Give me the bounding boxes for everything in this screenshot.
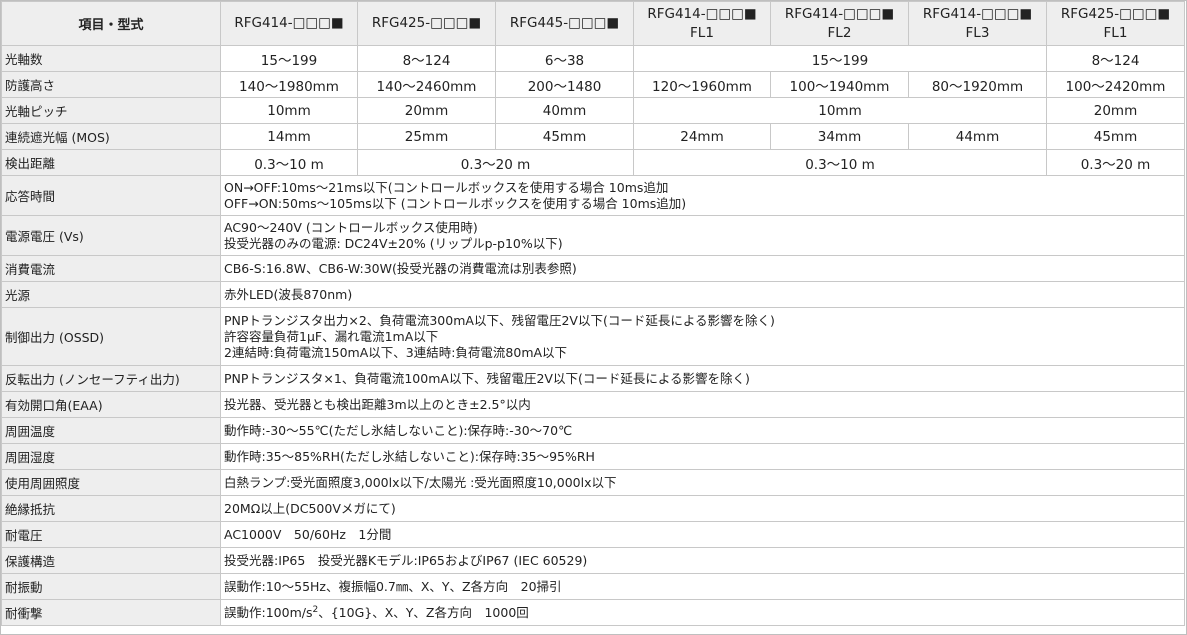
model-header-4: RFG414-□□□■ FL1	[633, 1, 771, 46]
row-label: 電源電圧 (Vs)	[1, 215, 221, 256]
row-label: 耐振動	[1, 573, 221, 600]
row-beams: 光軸数 15～199 8～124 6～38 15～199 8～124	[1, 45, 1185, 72]
row-withstand-voltage: 耐電圧 AC1000V 50/60Hz 1分間	[1, 521, 1185, 548]
spec-text: 白熱ランプ:受光面照度3,000lx以下/太陽光 :受光面照度10,000lx以…	[220, 469, 1185, 496]
spec-text: ON→OFF:10ms～21ms以下(コントロールボックスを使用する場合 10m…	[220, 175, 1185, 216]
row-mos: 連続遮光幅 (MOS) 14mm 25mm 45mm 24mm 34mm 44m…	[1, 123, 1185, 150]
spec-text: 動作時:-30～55℃(ただし氷結しないこと):保存時:-30～70℃	[220, 417, 1185, 444]
value-cell: 0.3～20 m	[1046, 149, 1185, 176]
row-pitch: 光軸ピッチ 10mm 20mm 40mm 10mm 20mm	[1, 97, 1185, 124]
row-voltage: 電源電圧 (Vs) AC90～240V (コントロールボックス使用時) 投受光器…	[1, 215, 1185, 256]
value-cell: 0.3～20 m	[357, 149, 634, 176]
row-label: 有効開口角(EAA)	[1, 391, 221, 418]
row-reverse: 反転出力 (ノンセーフティ出力) PNPトランジスタ×1、負荷電流100mA以下…	[1, 365, 1185, 392]
row-source: 光源 赤外LED(波長870nm)	[1, 281, 1185, 308]
value-cell: 45mm	[1046, 123, 1185, 150]
value-cell: 200～1480	[495, 71, 634, 98]
row-label: 光軸ピッチ	[1, 97, 221, 124]
row-insulation: 絶縁抵抗 20MΩ以上(DC500Vメガにて)	[1, 495, 1185, 522]
spec-text: 動作時:35～85%RH(ただし氷結しないこと):保存時:35～95%RH	[220, 443, 1185, 470]
value-cell: 120～1960mm	[633, 71, 771, 98]
model-header-2: RFG425-□□□■	[357, 1, 496, 46]
row-height: 防護高さ 140～1980mm 140～2460mm 200～1480 120～…	[1, 71, 1185, 98]
value-cell: 25mm	[357, 123, 496, 150]
row-ossd: 制御出力 (OSSD) PNPトランジスタ出力×2、負荷電流300mA以下、残留…	[1, 307, 1185, 366]
row-label: 反転出力 (ノンセーフティ出力)	[1, 365, 221, 392]
row-protection: 保護構造 投受光器:IP65 投受光器Kモデル:IP65およびIP67 (IEC…	[1, 547, 1185, 574]
model-header-5: RFG414-□□□■ FL2	[770, 1, 909, 46]
row-label: 光軸数	[1, 45, 221, 72]
model-header-1: RFG414-□□□■	[220, 1, 358, 46]
spec-text: AC90～240V (コントロールボックス使用時) 投受光器のみの電源: DC2…	[220, 215, 1185, 256]
value-cell: 15～199	[220, 45, 358, 72]
value-cell: 14mm	[220, 123, 358, 150]
spec-text: 20MΩ以上(DC500Vメガにて)	[220, 495, 1185, 522]
value-cell: 10mm	[633, 97, 1047, 124]
row-label: 絶縁抵抗	[1, 495, 221, 522]
row-label: 連続遮光幅 (MOS)	[1, 123, 221, 150]
spec-table: 項目・型式 RFG414-□□□■ RFG425-□□□■ RFG445-□□□…	[1, 1, 1185, 626]
row-vibration: 耐振動 誤動作:10～55Hz、複振幅0.7㎜、X、Y、Z各方向 20掃引	[1, 573, 1185, 600]
header-label: 項目・型式	[1, 1, 221, 46]
value-cell: 44mm	[908, 123, 1047, 150]
value-cell: 100～2420mm	[1046, 71, 1185, 98]
row-label: 使用周囲照度	[1, 469, 221, 496]
value-cell: 140～1980mm	[220, 71, 358, 98]
value-cell: 140～2460mm	[357, 71, 496, 98]
row-label: 防護高さ	[1, 71, 221, 98]
value-cell: 6～38	[495, 45, 634, 72]
row-temperature: 周囲温度 動作時:-30～55℃(ただし氷結しないこと):保存時:-30～70℃	[1, 417, 1185, 444]
row-label: 消費電流	[1, 255, 221, 282]
row-label: 応答時間	[1, 175, 221, 216]
row-label: 制御出力 (OSSD)	[1, 307, 221, 366]
spec-text: PNPトランジスタ×1、負荷電流100mA以下、残留電圧2V以下(コード延長によ…	[220, 365, 1185, 392]
value-cell: 100～1940mm	[770, 71, 909, 98]
spec-text: 誤動作:10～55Hz、複振幅0.7㎜、X、Y、Z各方向 20掃引	[220, 573, 1185, 600]
model-header-6: RFG414-□□□■ FL3	[908, 1, 1047, 46]
model-header-7: RFG425-□□□■ FL1	[1046, 1, 1185, 46]
value-cell: 40mm	[495, 97, 634, 124]
row-label: 周囲湿度	[1, 443, 221, 470]
row-response: 応答時間 ON→OFF:10ms～21ms以下(コントロールボックスを使用する場…	[1, 175, 1185, 216]
spec-text: AC1000V 50/60Hz 1分間	[220, 521, 1185, 548]
value-cell: 20mm	[357, 97, 496, 124]
spec-text: 誤動作:100m/s2、{10G}、X、Y、Z各方向 1000回	[220, 599, 1185, 626]
row-eaa: 有効開口角(EAA) 投光器、受光器とも検出距離3m以上のとき±2.5°以内	[1, 391, 1185, 418]
row-label: 耐電圧	[1, 521, 221, 548]
row-current: 消費電流 CB6-S:16.8W、CB6-W:30W(投受光器の消費電流は別表参…	[1, 255, 1185, 282]
row-humidity: 周囲湿度 動作時:35～85%RH(ただし氷結しないこと):保存時:35～95%…	[1, 443, 1185, 470]
value-cell: 15～199	[633, 45, 1047, 72]
value-cell: 0.3～10 m	[633, 149, 1047, 176]
spec-text: CB6-S:16.8W、CB6-W:30W(投受光器の消費電流は別表参照)	[220, 255, 1185, 282]
row-shock: 耐衝撃 誤動作:100m/s2、{10G}、X、Y、Z各方向 1000回	[1, 599, 1185, 626]
value-cell: 34mm	[770, 123, 909, 150]
row-label: 光源	[1, 281, 221, 308]
header-row: 項目・型式 RFG414-□□□■ RFG425-□□□■ RFG445-□□□…	[1, 1, 1185, 46]
value-cell: 8～124	[357, 45, 496, 72]
row-label: 周囲温度	[1, 417, 221, 444]
spec-text: 投光器、受光器とも検出距離3m以上のとき±2.5°以内	[220, 391, 1185, 418]
value-cell: 10mm	[220, 97, 358, 124]
row-label: 耐衝撃	[1, 599, 221, 626]
value-cell: 80～1920mm	[908, 71, 1047, 98]
model-header-3: RFG445-□□□■	[495, 1, 634, 46]
value-cell: 8～124	[1046, 45, 1185, 72]
value-cell: 45mm	[495, 123, 634, 150]
row-distance: 検出距離 0.3～10 m 0.3～20 m 0.3～10 m 0.3～20 m	[1, 149, 1185, 176]
value-cell: 20mm	[1046, 97, 1185, 124]
value-cell: 24mm	[633, 123, 771, 150]
row-illuminance: 使用周囲照度 白熱ランプ:受光面照度3,000lx以下/太陽光 :受光面照度10…	[1, 469, 1185, 496]
row-label: 検出距離	[1, 149, 221, 176]
value-cell: 0.3～10 m	[220, 149, 358, 176]
spec-text: PNPトランジスタ出力×2、負荷電流300mA以下、残留電圧2V以下(コード延長…	[220, 307, 1185, 366]
row-label: 保護構造	[1, 547, 221, 574]
spec-text: 赤外LED(波長870nm)	[220, 281, 1185, 308]
spec-text: 投受光器:IP65 投受光器Kモデル:IP65およびIP67 (IEC 6052…	[220, 547, 1185, 574]
